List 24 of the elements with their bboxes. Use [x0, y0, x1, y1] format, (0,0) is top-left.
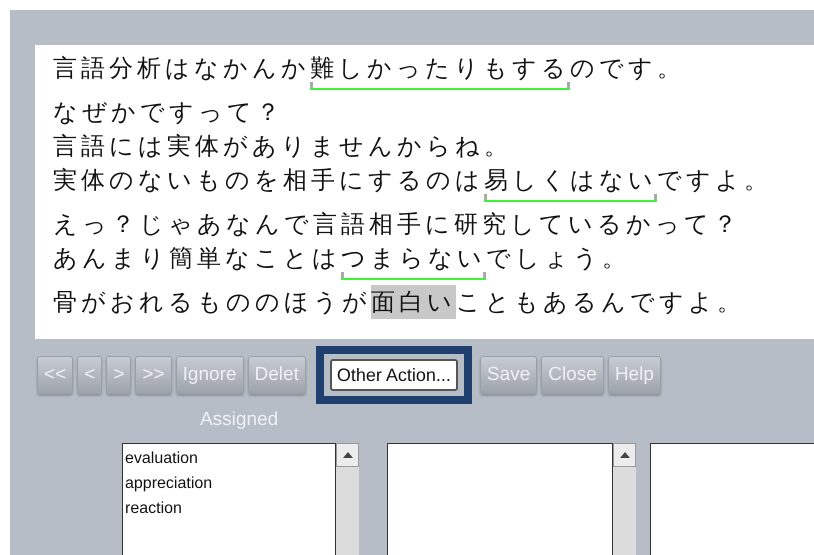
scroll-up-button[interactable] — [613, 443, 636, 467]
up-arrow-icon — [620, 452, 630, 458]
text-line: えっ？じゃあなんで言語相手に研究しているかって？ — [53, 209, 741, 240]
list-item[interactable]: appreciation — [125, 471, 333, 496]
up-arrow-icon — [342, 452, 352, 458]
selected-text[interactable]: 面白い — [371, 285, 456, 319]
scroll-up-button[interactable] — [336, 443, 359, 467]
scrollbar[interactable] — [613, 443, 636, 555]
list-item[interactable]: reaction — [125, 496, 333, 521]
scrollbar[interactable] — [336, 443, 359, 555]
action-button[interactable]: Other Action... — [330, 359, 458, 391]
text-line: なぜかですって？ — [53, 97, 284, 128]
text-line: 言語には実体がありませんからね。 — [53, 131, 512, 162]
text-area[interactable]: 言語分析はなかんか 難しかったりもする のです。 なぜかですって？ 言語には実体がありませんからね。 実体のないものを相手にするのは 易しくはない ですよ。 えっ？じゃあなんで言語相手に研究しているかって？ あんまり簡単なことは つまらない でしょう。 骨がおれるもののほうが 面白い こともあるんですよ。 — [35, 45, 814, 339]
text-line: 骨がおれるもののほうが — [53, 287, 371, 318]
text-line: 言語分析はなかんか — [53, 53, 310, 84]
text-line: こともあるんですよ。 — [456, 287, 745, 318]
text-line: 実体のないものを相手にするのは — [53, 165, 484, 196]
text-line: ですよ。 — [657, 165, 772, 196]
list-box[interactable]: evaluation appreciation reaction — [122, 443, 336, 555]
text-line: でしょう。 — [486, 243, 630, 274]
list-item[interactable]: evaluation — [125, 446, 333, 471]
text-line: あんまり簡単なことは — [53, 243, 341, 274]
text-line: のです。 — [570, 53, 685, 84]
